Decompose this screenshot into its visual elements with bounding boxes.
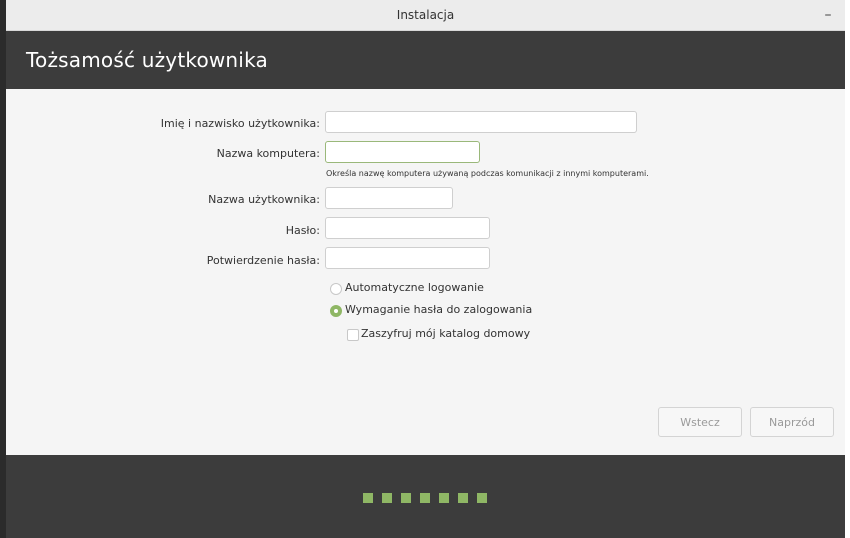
minimize-button[interactable]: – — [819, 6, 837, 24]
back-button[interactable]: Wstecz — [658, 407, 742, 437]
computer-name-label: Nazwa komputera: — [216, 147, 320, 160]
window-right-edge — [845, 0, 850, 538]
encrypt-home-label: Zaszyfruj mój katalog domowy — [361, 327, 531, 340]
auto-login-label: Automatyczne logowanie — [345, 281, 484, 294]
require-password-radio[interactable] — [330, 305, 342, 317]
encrypt-home-checkbox[interactable] — [347, 329, 359, 341]
progress-indicator — [363, 493, 487, 503]
encrypt-home-option[interactable]: Zaszyfruj mój katalog domowy — [347, 327, 567, 343]
password-label: Hasło: — [285, 224, 320, 237]
progress-step-3 — [401, 493, 411, 503]
progress-step-2 — [382, 493, 392, 503]
page-title: Tożsamość użytkownika — [26, 48, 268, 72]
computer-name-input[interactable] — [325, 141, 480, 163]
username-input[interactable] — [325, 187, 453, 209]
username-label: Nazwa użytkownika: — [208, 193, 320, 206]
title-bar: Instalacja – — [6, 0, 845, 31]
full-name-label: Imię i nazwisko użytkownika: — [160, 117, 320, 130]
footer-bar — [6, 455, 845, 538]
password-confirm-label: Potwierdzenie hasła: — [206, 254, 320, 267]
progress-step-7 — [477, 493, 487, 503]
auto-login-option[interactable]: Automatyczne logowanie — [330, 281, 530, 297]
installer-window: Instalacja – Tożsamość użytkownika Imię … — [0, 0, 850, 538]
progress-step-6 — [458, 493, 468, 503]
forward-button[interactable]: Naprzód — [750, 407, 834, 437]
progress-step-4 — [420, 493, 430, 503]
computer-name-hint: Określa nazwę komputera używaną podczas … — [326, 169, 649, 178]
progress-step-5 — [439, 493, 449, 503]
password-input[interactable] — [325, 217, 490, 239]
page-header: Tożsamość użytkownika — [6, 31, 845, 89]
full-name-input[interactable] — [325, 111, 637, 133]
password-confirm-input[interactable] — [325, 247, 490, 269]
require-password-option[interactable]: Wymaganie hasła do zalogowania — [330, 303, 550, 319]
auto-login-radio[interactable] — [330, 283, 342, 295]
window-title: Instalacja — [396, 8, 455, 22]
progress-step-1 — [363, 493, 373, 503]
require-password-label: Wymaganie hasła do zalogowania — [345, 303, 533, 316]
form-area: Imię i nazwisko użytkownika: Nazwa kompu… — [6, 89, 845, 455]
